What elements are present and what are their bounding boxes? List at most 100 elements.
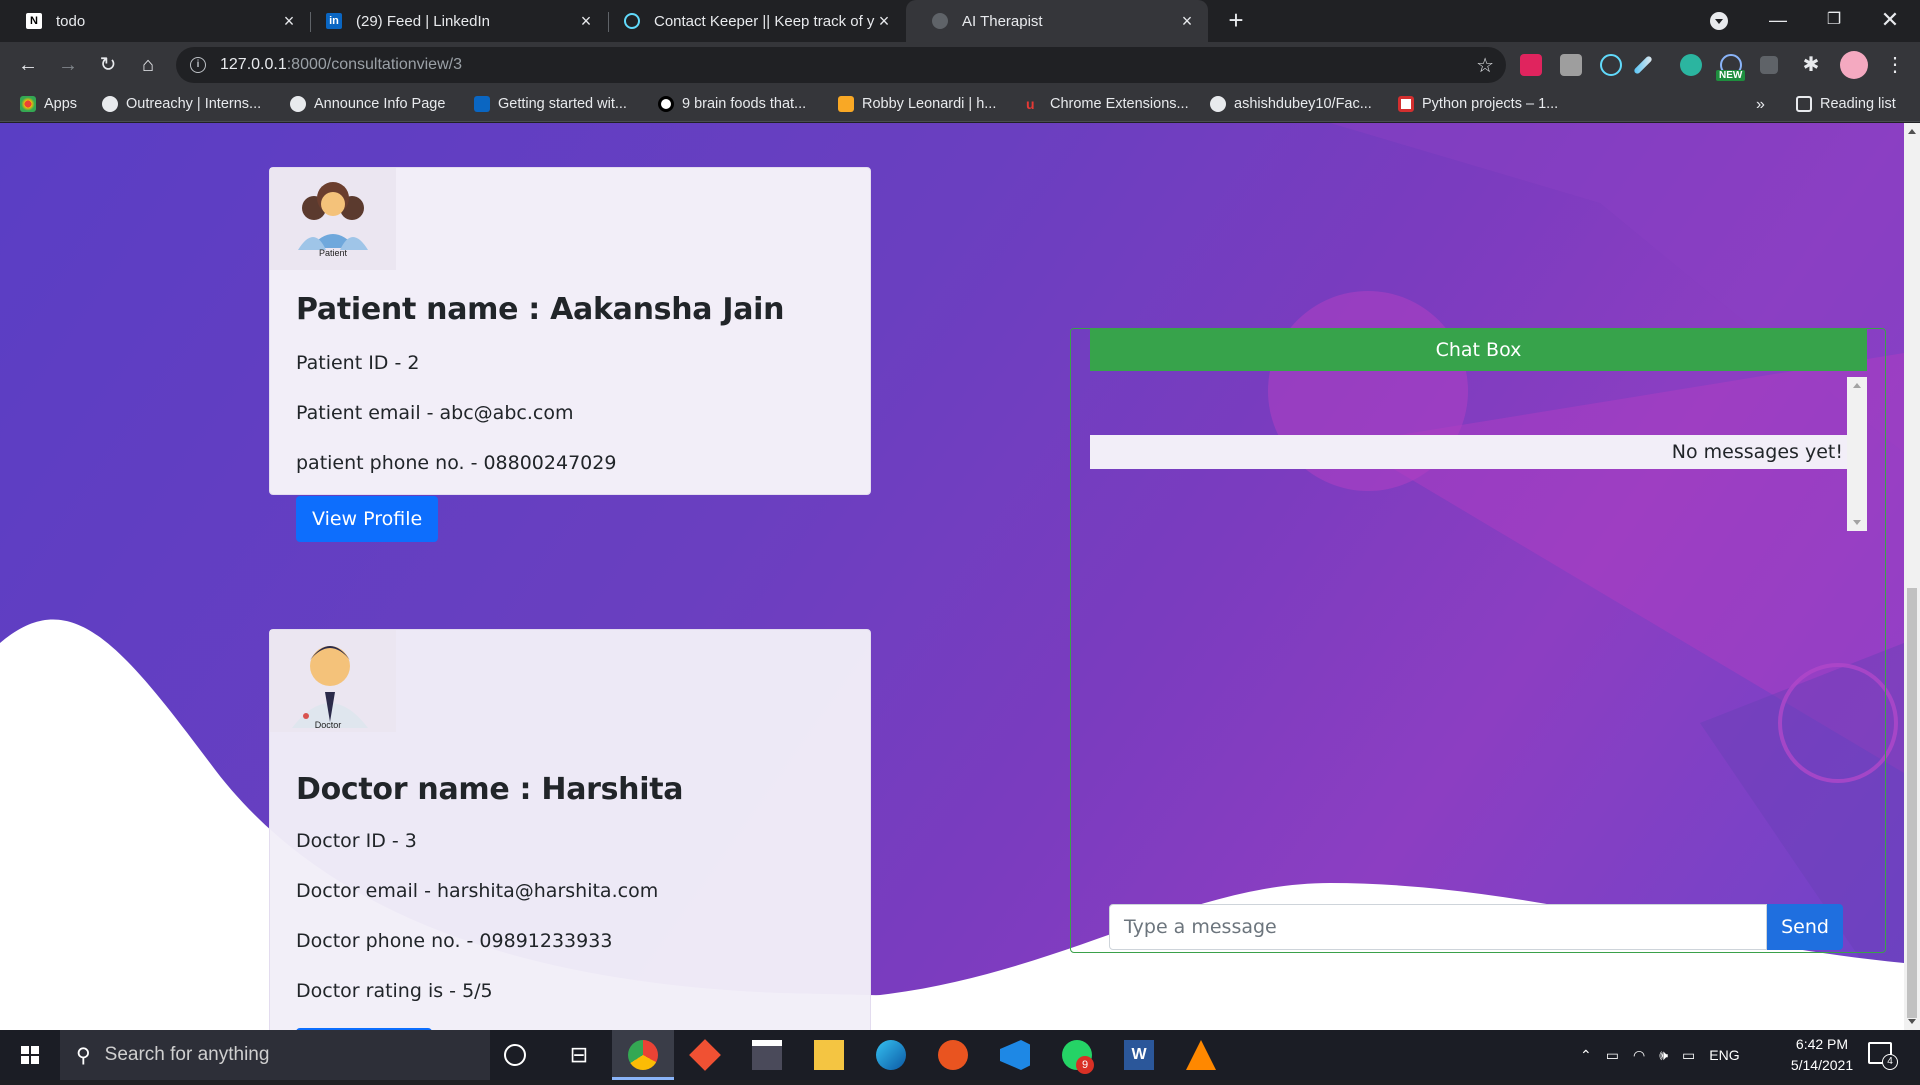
taskbar-search[interactable]: ⚲ Search for anything — [60, 1030, 490, 1080]
cortana-icon[interactable] — [504, 1044, 526, 1066]
page-scrollbar[interactable] — [1904, 123, 1920, 1030]
scroll-up-icon[interactable] — [1853, 383, 1861, 388]
new-badge: NEW — [1716, 70, 1746, 81]
bookmark-linkedin[interactable]: Getting started wit... — [474, 96, 627, 112]
chrome-ext-icon: u — [1026, 96, 1035, 112]
start-button[interactable] — [0, 1030, 60, 1080]
chat-box: Chat Box No messages yet! Type a message… — [1070, 328, 1886, 953]
close-icon[interactable]: × — [577, 11, 595, 32]
tab-ai-therapist[interactable]: AI Therapist × — [906, 0, 1208, 42]
doctor-phone: Doctor phone no. - 09891233933 — [296, 930, 613, 952]
tab-bar: N todo × in (29) Feed | LinkedIn × Conta… — [0, 0, 1920, 42]
volume-icon[interactable]: 🕪 — [1659, 1047, 1668, 1064]
chrome-icon[interactable] — [628, 1040, 658, 1070]
globe-icon — [290, 96, 306, 112]
reading-list-button[interactable]: Reading list — [1796, 96, 1896, 112]
close-window-button[interactable]: ✕ — [1862, 0, 1918, 40]
bookmark-robby-leonardi[interactable]: Robby Leonardi | h... — [838, 96, 996, 112]
address-bar[interactable]: i 127.0.0.1:8000/consultationview/3 ☆ — [176, 47, 1506, 83]
tab-title: todo — [56, 12, 86, 30]
wifi-icon[interactable]: ◠ — [1633, 1047, 1645, 1064]
tab-search-icon[interactable] — [1710, 12, 1728, 30]
chat-title: Chat Box — [1090, 329, 1867, 371]
whatsapp-badge: 9 — [1076, 1056, 1094, 1074]
linkedin-icon: in — [326, 13, 342, 29]
chevron-up-icon[interactable]: ⌃ — [1580, 1047, 1592, 1064]
github-icon — [1210, 96, 1226, 112]
reload-icon[interactable]: ↻ — [94, 51, 122, 79]
site-icon — [658, 96, 674, 112]
view-profile-button[interactable]: View Profile — [296, 496, 439, 542]
menu-kebab-icon[interactable]: ⋮ — [1884, 54, 1906, 76]
react-devtools-icon[interactable] — [1600, 54, 1622, 76]
scroll-thumb[interactable] — [1907, 588, 1917, 1018]
tab-title: (29) Feed | LinkedIn — [356, 12, 490, 30]
chat-scrollbar[interactable] — [1847, 377, 1867, 531]
robby-icon — [838, 96, 854, 112]
word-icon[interactable]: W — [1124, 1040, 1154, 1070]
edge-icon[interactable] — [876, 1040, 906, 1070]
patient-name: Patient name : Aakansha Jain — [296, 292, 785, 327]
patient-email: Patient email - abc@abc.com — [296, 402, 574, 424]
close-icon[interactable]: × — [1178, 11, 1196, 32]
bookmark-outreachy[interactable]: Outreachy | Interns... — [102, 96, 261, 112]
mentimeter-icon[interactable] — [1680, 54, 1702, 76]
browser-toolbar: ← → ↻ ⌂ i 127.0.0.1:8000/consultationvie… — [0, 42, 1920, 88]
scroll-down-icon[interactable] — [1853, 520, 1861, 525]
vlc-icon[interactable] — [1186, 1040, 1216, 1070]
tab-contact-keeper[interactable]: Contact Keeper || Keep track of y × — [598, 0, 905, 42]
battery-icon[interactable]: ▭ — [1682, 1047, 1695, 1064]
extension-icon[interactable] — [1560, 54, 1582, 76]
clock[interactable]: 6:42 PM 5/14/2021 — [1772, 1034, 1872, 1076]
send-button[interactable]: Send — [1767, 904, 1843, 950]
bookmark-star-icon[interactable]: ☆ — [1476, 53, 1494, 78]
restore-button[interactable]: ❐ — [1806, 0, 1862, 40]
bookmarks-bar: Apps Outreachy | Interns... Announce Inf… — [0, 88, 1920, 122]
tab-title: AI Therapist — [962, 12, 1043, 30]
vscode-icon[interactable] — [1000, 1040, 1030, 1070]
message-input[interactable]: Type a message — [1109, 904, 1767, 950]
url-text: 127.0.0.1:8000/consultationview/3 — [220, 56, 462, 73]
home-icon[interactable]: ⌂ — [134, 51, 162, 79]
close-icon[interactable]: × — [875, 11, 893, 32]
scroll-up-icon[interactable] — [1908, 129, 1916, 134]
tab-todo[interactable]: N todo × — [0, 0, 310, 42]
profile-avatar[interactable] — [1840, 51, 1868, 79]
react-icon — [624, 13, 640, 29]
linkedin-icon — [474, 96, 490, 112]
grammarly-icon[interactable] — [1760, 56, 1778, 74]
store-icon[interactable] — [752, 1040, 782, 1070]
slides-icon — [1398, 96, 1414, 112]
reading-list-icon — [1796, 96, 1812, 112]
bookmark-announce-info[interactable]: Announce Info Page — [290, 96, 445, 112]
pocket-extension-icon[interactable] — [1520, 54, 1542, 76]
apps-grid-icon — [20, 96, 36, 112]
file-explorer-icon[interactable] — [814, 1040, 844, 1070]
task-view-icon[interactable]: ⊟ — [564, 1040, 594, 1070]
info-icon[interactable]: i — [190, 57, 206, 73]
search-icon: ⚲ — [76, 1044, 91, 1067]
bookmark-python-projects[interactable]: Python projects – 1... — [1398, 96, 1558, 112]
meet-icon[interactable]: ▭ — [1606, 1047, 1619, 1064]
bookmark-brain-foods[interactable]: 9 brain foods that... — [658, 96, 806, 112]
bookmark-apps[interactable]: Apps — [20, 96, 77, 112]
git-icon[interactable] — [689, 1039, 721, 1071]
new-tab-button[interactable]: + — [1222, 6, 1250, 34]
tab-linkedin[interactable]: in (29) Feed | LinkedIn × — [300, 0, 607, 42]
close-icon[interactable]: × — [280, 11, 298, 32]
doctor-email: Doctor email - harshita@harshita.com — [296, 880, 659, 902]
scroll-down-icon[interactable] — [1908, 1019, 1916, 1024]
clock-date: 5/14/2021 — [1790, 1057, 1854, 1073]
pen-extension-icon[interactable] — [1633, 55, 1653, 75]
forward-icon[interactable]: → — [54, 51, 82, 79]
minimize-button[interactable]: — — [1750, 0, 1806, 40]
bookmark-chrome-extensions[interactable]: u Chrome Extensions... — [1026, 96, 1189, 112]
more-bookmarks-button[interactable]: » — [1756, 96, 1765, 114]
ubuntu-icon[interactable] — [938, 1040, 968, 1070]
language-indicator[interactable]: ENG — [1709, 1047, 1739, 1063]
back-icon[interactable]: ← — [14, 51, 42, 79]
chat-messages: No messages yet! — [1090, 377, 1867, 531]
bookmark-github[interactable]: ashishdubey10/Fac... — [1210, 96, 1372, 112]
puzzle-extensions-icon[interactable]: ✱ — [1800, 54, 1822, 76]
system-tray: ⌃ ▭ ◠ 🕪 ▭ ENG — [1580, 1030, 1740, 1080]
